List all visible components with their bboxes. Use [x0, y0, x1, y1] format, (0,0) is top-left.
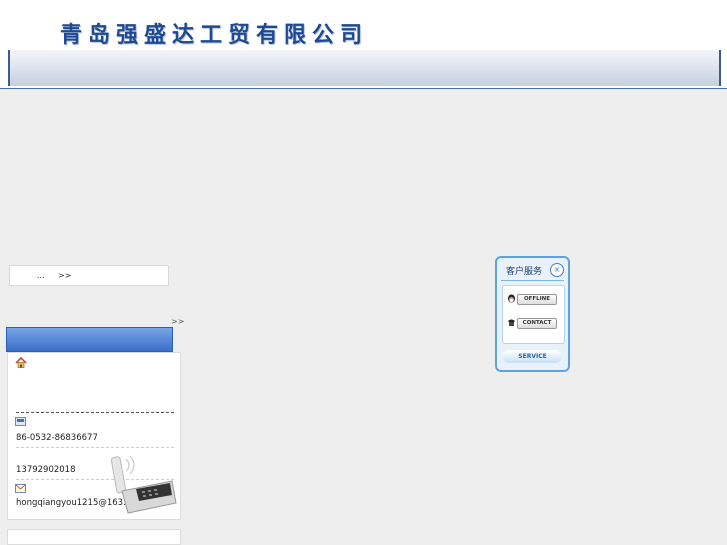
- breadcrumb: ... >>: [9, 265, 169, 286]
- customer-service-title: 客户服务: [506, 267, 543, 277]
- close-icon[interactable]: ×: [550, 263, 564, 277]
- phone-icon: [15, 417, 26, 426]
- customer-service-panel: OFFLINE CONTACT: [502, 285, 565, 344]
- home-icon: [15, 357, 27, 368]
- contact-panel: 86-0532-86836677 13792902018 hongqiangyo…: [6, 327, 181, 545]
- mobile-number: 13792902018: [16, 465, 76, 475]
- mail-icon: [15, 484, 26, 493]
- phone-number: 86-0532-86836677: [16, 433, 98, 443]
- offline-button[interactable]: OFFLINE: [517, 294, 557, 305]
- contact-panel-body: 86-0532-86836677 13792902018 hongqiangyo…: [7, 352, 181, 520]
- divider: [16, 447, 174, 448]
- breadcrumb-ellipsis: ...: [37, 271, 45, 280]
- service-button[interactable]: SERVICE: [503, 350, 562, 363]
- contact-button[interactable]: CONTACT: [517, 318, 557, 329]
- next-panel-top: [7, 529, 181, 545]
- telephone-illustration: [110, 455, 177, 514]
- divider: [501, 280, 564, 281]
- contact-panel-header: [6, 327, 173, 352]
- breadcrumb-more-link[interactable]: >>: [58, 271, 71, 280]
- header-banner-strip: [8, 50, 721, 86]
- telephone-icon: [508, 319, 515, 326]
- qq-penguin-icon: [508, 294, 515, 303]
- customer-service-widget: 客户服务 × OFFLINE CONTACT SERVICE: [495, 256, 570, 372]
- side-more-link[interactable]: >>: [171, 317, 184, 326]
- company-name: 青岛强盛达工贸有限公司: [60, 23, 369, 48]
- divider: [16, 412, 174, 413]
- site-header: 青岛强盛达工贸有限公司: [0, 0, 727, 89]
